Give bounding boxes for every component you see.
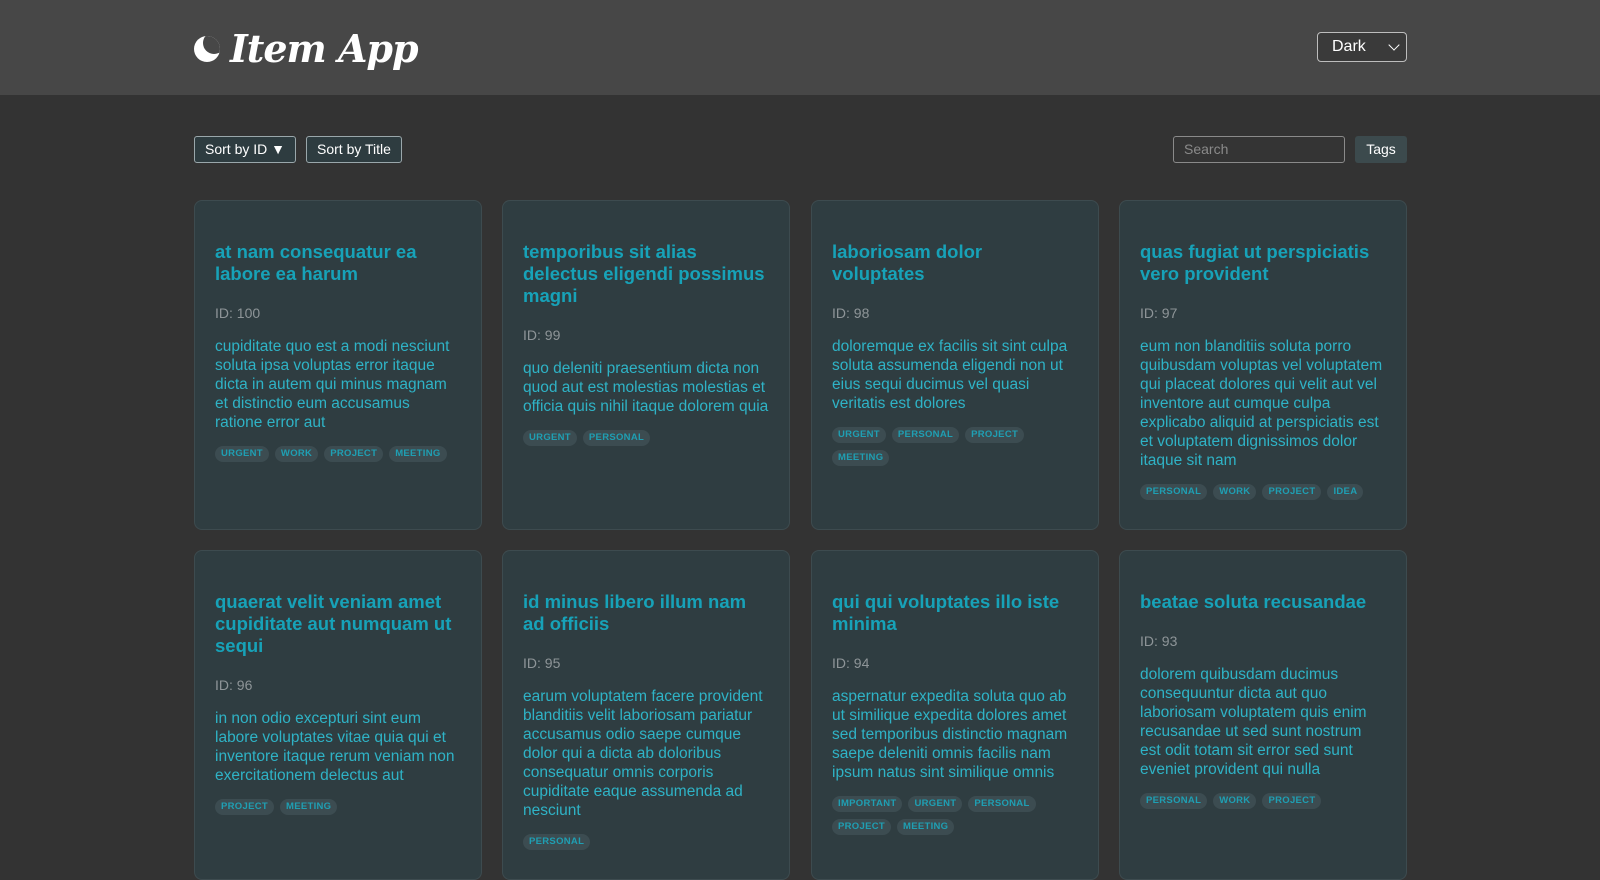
tag: URGENT [832, 427, 886, 443]
card-title: quaerat velit veniam amet cupiditate aut… [215, 591, 452, 656]
sort-by-title-button[interactable]: Sort by Title [306, 136, 402, 163]
tag: PERSONAL [968, 796, 1036, 812]
card-body: dolorem quibusdam ducimus consequuntur d… [1140, 666, 1367, 778]
card-body: quo deleniti praesentium dicta non quod … [523, 360, 769, 415]
card-body: earum voluptatem facere provident blandi… [523, 688, 763, 819]
theme-select[interactable]: Dark [1317, 32, 1407, 62]
item-card[interactable]: id minus libero illum nam ad officiis ID… [502, 550, 790, 880]
search-input[interactable]: Search [1173, 136, 1345, 163]
tag: PROJECT [1262, 793, 1322, 809]
card-id: ID: 95 [523, 655, 561, 671]
chevron-down-icon [1388, 39, 1400, 51]
tag-list: PROJECT MEETING [215, 799, 461, 815]
toolbar: Sort by ID ▼ Sort by Title Search Tags [194, 136, 1407, 163]
tag: PROJECT [324, 446, 384, 462]
tag: MEETING [832, 450, 890, 466]
tag: PERSONAL [582, 430, 651, 446]
app-title: Item App [230, 26, 419, 71]
sort-by-id-button[interactable]: Sort by ID ▼ [194, 136, 296, 163]
tag-list: PERSONAL WORK PROJECT IDEA [1140, 484, 1386, 500]
tag: WORK [1213, 793, 1257, 809]
card-body: in non odio excepturi sint eum labore vo… [215, 710, 455, 784]
tag: WORK [1213, 484, 1257, 500]
card-title: laboriosam dolor voluptates [832, 241, 983, 284]
card-id: ID: 94 [832, 655, 870, 671]
item-card[interactable]: temporibus sit alias delectus eligendi p… [502, 200, 790, 530]
item-card[interactable]: beatae soluta recusandae ID: 93 dolorem … [1119, 550, 1407, 880]
card-id: ID: 100 [215, 305, 261, 321]
card-body: eum non blanditiis soluta porro quibusda… [1140, 338, 1383, 469]
tag: PERSONAL [1140, 793, 1208, 809]
brand: Item App [194, 26, 419, 72]
tag-list: PERSONAL WORK PROJECT [1140, 793, 1386, 809]
tag: PERSONAL [523, 834, 591, 850]
card-title: at nam consequatur ea labore ea harum [215, 241, 417, 284]
tag: PROJECT [965, 427, 1025, 443]
card-id: ID: 96 [215, 677, 253, 693]
card-title: quas fugiat ut perspiciatis vero provide… [1140, 241, 1370, 284]
tags-button[interactable]: Tags [1355, 136, 1407, 163]
card-id: ID: 98 [832, 305, 870, 321]
card-title: temporibus sit alias delectus eligendi p… [523, 241, 765, 306]
tag: MEETING [279, 799, 338, 815]
tag: PROJECT [832, 819, 891, 835]
card-id: ID: 93 [1140, 633, 1178, 649]
tag-list: URGENT PERSONAL [523, 430, 769, 446]
item-card[interactable]: at nam consequatur ea labore ea harum ID… [194, 200, 482, 530]
item-card[interactable]: quaerat velit veniam amet cupiditate aut… [194, 550, 482, 880]
card-body: cupiditate quo est a modi nesciunt solut… [215, 338, 450, 431]
card-body: aspernatur expedita soluta quo ab ut sim… [832, 688, 1068, 781]
item-card[interactable]: qui qui voluptates illo iste minima ID: … [811, 550, 1099, 880]
tag: URGENT [215, 446, 269, 462]
tag: PERSONAL [1140, 484, 1208, 500]
tag-list: URGENT PERSONAL PROJECT MEETING [832, 427, 1078, 466]
tag: WORK [274, 446, 319, 462]
tag-list: PERSONAL [523, 834, 769, 850]
card-id: ID: 99 [523, 327, 561, 343]
card-title: qui qui voluptates illo iste minima [832, 591, 1060, 634]
tag: PERSONAL [891, 427, 960, 443]
tag: URGENT [908, 796, 963, 812]
tag: MEETING [389, 446, 447, 462]
tag: MEETING [896, 819, 955, 835]
card-body: doloremque ex facilis sit sint culpa sol… [832, 338, 1068, 412]
app-header: Item App Dark [0, 0, 1600, 95]
tag: PROJECT [1262, 484, 1322, 500]
tag: IMPORTANT [832, 796, 903, 812]
card-title: beatae soluta recusandae [1140, 591, 1367, 612]
tag-list: URGENT WORK PROJECT MEETING [215, 446, 461, 462]
tag: PROJECT [215, 799, 274, 815]
theme-select-value: Dark [1332, 38, 1366, 55]
card-id: ID: 97 [1140, 305, 1178, 321]
tag-list: IMPORTANT URGENT PERSONAL PROJECT MEETIN… [832, 796, 1078, 835]
tag: URGENT [523, 430, 577, 446]
card-title: id minus libero illum nam ad officiis [523, 591, 747, 634]
item-card[interactable]: laboriosam dolor voluptates ID: 98 dolor… [811, 200, 1099, 530]
crescent-moon-icon [194, 36, 220, 62]
item-card[interactable]: quas fugiat ut perspiciatis vero provide… [1119, 200, 1407, 530]
tag: IDEA [1327, 484, 1364, 500]
